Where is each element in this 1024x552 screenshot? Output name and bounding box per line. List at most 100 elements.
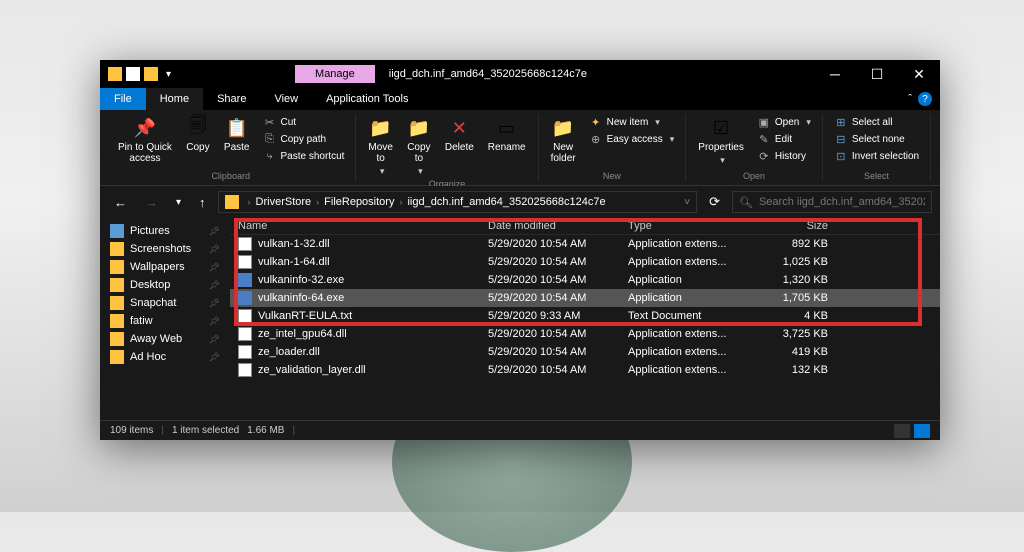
history-icon: ⟳ xyxy=(757,149,771,163)
tab-app-tools[interactable]: Application Tools xyxy=(312,88,422,110)
paste-icon: 📋 xyxy=(225,116,249,140)
file-name: ze_validation_layer.dll xyxy=(258,364,366,376)
sidebar-item[interactable]: Snapchat📌︎ xyxy=(100,294,230,312)
recent-dropdown[interactable]: ▾ xyxy=(170,193,187,212)
col-name[interactable]: Name xyxy=(238,220,488,232)
qat-overflow[interactable]: ▾ xyxy=(166,69,171,80)
folder-icon xyxy=(110,278,124,292)
folder-icon xyxy=(108,67,122,81)
tab-view[interactable]: View xyxy=(260,88,312,110)
pin-icon: 📌︎ xyxy=(209,316,220,327)
file-icon xyxy=(238,237,252,251)
invert-selection-button[interactable]: ⊡Invert selection xyxy=(831,148,922,164)
cut-button[interactable]: ✂Cut xyxy=(260,114,348,130)
tab-file[interactable]: File xyxy=(100,88,146,110)
cut-icon: ✂ xyxy=(263,115,277,129)
sidebar-item[interactable]: Desktop📌︎ xyxy=(100,276,230,294)
paste-shortcut-button[interactable]: ⤷Paste shortcut xyxy=(260,148,348,164)
table-row[interactable]: vulkaninfo-32.exe5/29/2020 10:54 AMAppli… xyxy=(230,271,940,289)
table-row[interactable]: vulkan-1-64.dll5/29/2020 10:54 AMApplica… xyxy=(230,253,940,271)
table-row[interactable]: vulkan-1-32.dll5/29/2020 10:54 AMApplica… xyxy=(230,235,940,253)
status-selected-size: 1.66 MB xyxy=(247,425,284,436)
sidebar-item[interactable]: Screenshots📌︎ xyxy=(100,240,230,258)
sidebar-item-label: Ad Hoc xyxy=(130,351,166,363)
table-row[interactable]: ze_loader.dll5/29/2020 10:54 AMApplicati… xyxy=(230,343,940,361)
edit-button[interactable]: ✎Edit xyxy=(754,131,814,147)
breadcrumb-item[interactable]: iigd_dch.inf_amd64_352025668c124c7e xyxy=(407,196,605,208)
col-date[interactable]: Date modified xyxy=(488,220,628,232)
view-details-button[interactable] xyxy=(894,424,910,438)
move-to-button[interactable]: 📁Move to▾ xyxy=(364,114,396,179)
folder-icon xyxy=(110,296,124,310)
table-row[interactable]: ze_intel_gpu64.dll5/29/2020 10:54 AMAppl… xyxy=(230,325,940,343)
sidebar-item[interactable]: Ad Hoc 📌︎ xyxy=(100,348,230,366)
file-date: 5/29/2020 10:54 AM xyxy=(488,256,628,268)
qat-icon[interactable] xyxy=(126,67,140,81)
content-area: Pictures📌︎Screenshots📌︎Wallpapers📌︎Deskt… xyxy=(100,218,940,420)
breadcrumb-item[interactable]: DriverStore xyxy=(256,196,312,208)
file-date: 5/29/2020 9:33 AM xyxy=(488,310,628,322)
select-none-button[interactable]: ⊟Select none xyxy=(831,131,922,147)
search-input[interactable] xyxy=(759,196,925,208)
file-name: ze_intel_gpu64.dll xyxy=(258,328,347,340)
pin-icon: 📌︎ xyxy=(209,334,220,345)
properties-button[interactable]: ☑Properties▾ xyxy=(694,114,748,168)
qat-icon-2[interactable] xyxy=(144,67,158,81)
close-button[interactable]: ✕ xyxy=(898,60,940,88)
ribbon: 📌 Pin to Quick access 🗐 Copy 📋 Paste ✂Cu… xyxy=(100,110,940,186)
pin-icon: 📌︎ xyxy=(209,244,220,255)
new-item-button[interactable]: ✦New item▾ xyxy=(586,114,678,130)
pin-icon: 📌︎ xyxy=(209,352,220,363)
manage-tab[interactable]: Manage xyxy=(295,65,375,83)
file-date: 5/29/2020 10:54 AM xyxy=(488,346,628,358)
pin-to-quick-access-button[interactable]: 📌 Pin to Quick access xyxy=(114,114,176,166)
sidebar-item[interactable]: Away Web📌︎ xyxy=(100,330,230,348)
folder-icon xyxy=(110,314,124,328)
history-button[interactable]: ⟳History xyxy=(754,148,814,164)
breadcrumb-item[interactable]: FileRepository xyxy=(324,196,394,208)
table-row[interactable]: vulkaninfo-64.exe5/29/2020 10:54 AMAppli… xyxy=(230,289,940,307)
sidebar-item[interactable]: fatiw📌︎ xyxy=(100,312,230,330)
copy-button[interactable]: 🗐 Copy xyxy=(182,114,214,155)
col-size[interactable]: Size xyxy=(758,220,828,232)
navigation-bar: ← → ▾ ↑ › DriverStore › FileRepository ›… xyxy=(100,186,940,218)
up-button[interactable]: ↑ xyxy=(193,191,212,214)
navigation-pane[interactable]: Pictures📌︎Screenshots📌︎Wallpapers📌︎Deskt… xyxy=(100,218,230,420)
file-name: vulkan-1-32.dll xyxy=(258,238,330,250)
file-list[interactable]: Name Date modified Type Size vulkan-1-32… xyxy=(230,218,940,420)
refresh-button[interactable]: ⟳ xyxy=(703,190,726,214)
ribbon-collapse-icon[interactable]: ˆ xyxy=(908,93,912,105)
back-button[interactable]: ← xyxy=(108,191,133,214)
easy-access-button[interactable]: ⊕Easy access▾ xyxy=(586,131,678,147)
new-folder-button[interactable]: 📁New folder xyxy=(547,114,580,166)
sidebar-item[interactable]: Wallpapers📌︎ xyxy=(100,258,230,276)
rename-button[interactable]: ▭Rename xyxy=(484,114,530,155)
maximize-button[interactable]: ☐ xyxy=(856,60,898,88)
tab-share[interactable]: Share xyxy=(203,88,260,110)
file-size: 1,320 KB xyxy=(758,274,828,286)
file-date: 5/29/2020 10:54 AM xyxy=(488,274,628,286)
help-icon[interactable]: ? xyxy=(918,92,932,106)
copy-path-button[interactable]: ⎘Copy path xyxy=(260,131,348,147)
status-bar: 109 items | 1 item selected 1.66 MB | xyxy=(100,420,940,440)
delete-button[interactable]: ✕Delete xyxy=(441,114,478,155)
paste-button[interactable]: 📋 Paste xyxy=(220,114,254,155)
search-box[interactable]: 🔍︎ xyxy=(732,191,932,213)
breadcrumb[interactable]: › DriverStore › FileRepository › iigd_dc… xyxy=(218,191,698,213)
tab-home[interactable]: Home xyxy=(146,88,203,110)
select-all-button[interactable]: ⊞Select all xyxy=(831,114,922,130)
copy-to-button[interactable]: 📁Copy to▾ xyxy=(403,114,435,179)
view-large-icons-button[interactable] xyxy=(914,424,930,438)
titlebar: ▾ Manage iigd_dch.inf_amd64_352025668c12… xyxy=(100,60,940,88)
open-button[interactable]: ▣Open▾ xyxy=(754,114,814,130)
sidebar-item[interactable]: Pictures📌︎ xyxy=(100,222,230,240)
minimize-button[interactable]: ─ xyxy=(814,60,856,88)
forward-button[interactable]: → xyxy=(139,191,164,214)
table-row[interactable]: ze_validation_layer.dll5/29/2020 10:54 A… xyxy=(230,361,940,379)
file-size: 3,725 KB xyxy=(758,328,828,340)
table-row[interactable]: VulkanRT-EULA.txt5/29/2020 9:33 AMText D… xyxy=(230,307,940,325)
select-all-icon: ⊞ xyxy=(834,115,848,129)
column-headers[interactable]: Name Date modified Type Size xyxy=(230,218,940,235)
address-dropdown[interactable]: ˅ xyxy=(684,197,690,208)
col-type[interactable]: Type xyxy=(628,220,758,232)
